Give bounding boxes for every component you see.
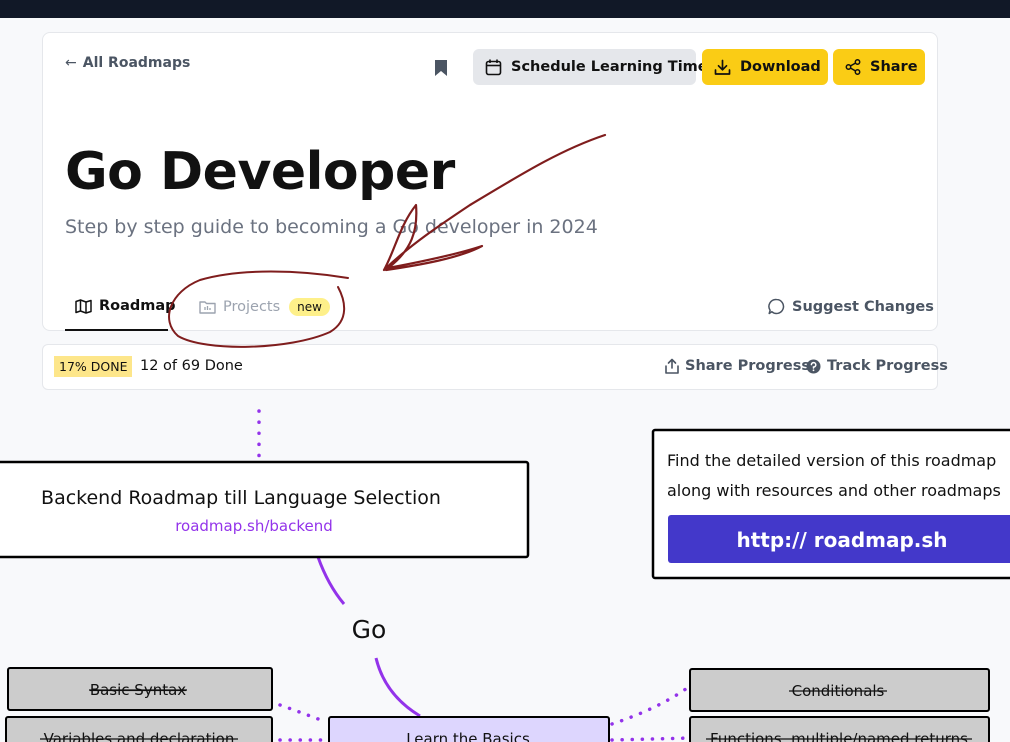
backend-roadmap-title: Backend Roadmap till Language Selection xyxy=(41,487,441,509)
roadmap-sh-link-label: http:// roadmap.sh xyxy=(736,528,947,552)
connector-go-basics xyxy=(374,657,421,718)
annotation-circle xyxy=(168,270,349,348)
node-functions-label: Functions, multiple/named returns xyxy=(710,730,968,742)
backend-roadmap-node[interactable]: Backend Roadmap till Language Selection … xyxy=(0,460,530,559)
node-variables[interactable]: Variables and declaration xyxy=(5,716,273,742)
node-learn-basics[interactable]: Learn the Basics xyxy=(328,716,610,742)
info-box: Find the detailed version of this roadma… xyxy=(651,428,1010,580)
annotation-arrow xyxy=(382,133,607,272)
info-line-2: along with resources and other roadmaps xyxy=(667,481,1001,500)
go-topic-label: Go xyxy=(352,615,387,644)
connector-syntax-basics xyxy=(278,703,328,724)
connector-basics-conditionals xyxy=(610,684,692,726)
node-variables-label: Variables and declaration xyxy=(44,730,235,742)
node-functions[interactable]: Functions, multiple/named returns xyxy=(689,716,990,742)
roadmap-canvas: Backend Roadmap till Language Selection … xyxy=(0,133,1010,742)
connector-basics-functions xyxy=(610,736,692,742)
node-conditionals[interactable]: Conditionals xyxy=(689,668,990,712)
node-basic-syntax[interactable]: Basic Syntax xyxy=(7,667,273,711)
node-learn-basics-label: Learn the Basics xyxy=(406,730,530,742)
backend-roadmap-link[interactable]: roadmap.sh/backend xyxy=(175,517,333,535)
connector-backend-go xyxy=(316,556,346,605)
info-line-1: Find the detailed version of this roadma… xyxy=(667,451,996,470)
roadmap-sh-link-button[interactable]: http:// roadmap.sh xyxy=(668,515,1010,563)
